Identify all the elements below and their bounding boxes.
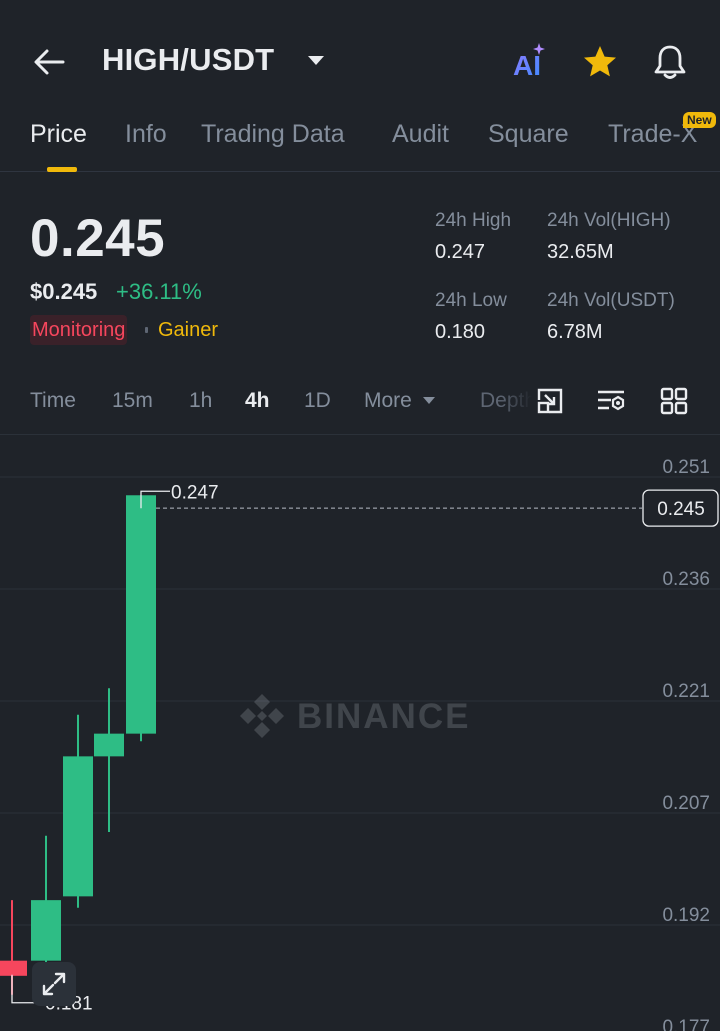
price-change-percent: +36.11% bbox=[116, 279, 202, 304]
interval-15m[interactable]: 15m bbox=[112, 389, 153, 413]
monitoring-tag[interactable]: Monitoring bbox=[30, 315, 128, 345]
y-axis-tick-label: 0.251 bbox=[662, 457, 710, 478]
tab-audit[interactable]: Audit bbox=[392, 120, 449, 149]
caret-down-icon bbox=[422, 397, 435, 405]
star-icon bbox=[584, 46, 616, 77]
pair-title[interactable]: HIGH/USDT bbox=[102, 42, 274, 78]
interval-time[interactable]: Time bbox=[30, 389, 76, 413]
fullscreen-button[interactable] bbox=[32, 962, 76, 1006]
usd-price: $0.245 bbox=[30, 279, 98, 304]
high-label: 24h High bbox=[435, 210, 512, 231]
active-tab-indicator bbox=[47, 167, 77, 172]
tab-square[interactable]: Square bbox=[488, 120, 569, 149]
low-label: 24h Low bbox=[435, 290, 507, 311]
alert-button[interactable] bbox=[648, 40, 692, 84]
arrow-left-icon bbox=[34, 49, 65, 75]
tab-info[interactable]: Info bbox=[125, 120, 167, 149]
favorite-button[interactable] bbox=[578, 40, 622, 84]
interval-more[interactable]: More bbox=[364, 389, 436, 413]
volume-base-label: 24h Vol(HIGH) bbox=[547, 210, 671, 231]
volume-quote-value: 6.78M bbox=[547, 321, 603, 343]
svg-text:AI: AI bbox=[513, 50, 541, 81]
candle-body bbox=[63, 756, 93, 897]
interval-1d[interactable]: 1D bbox=[304, 389, 331, 413]
ai-assistant-button[interactable]: AI bbox=[508, 40, 552, 84]
bell-icon bbox=[654, 45, 686, 79]
tab-price[interactable]: Price bbox=[30, 120, 87, 149]
new-badge: New bbox=[683, 112, 716, 128]
high-value: 0.247 bbox=[435, 241, 486, 263]
grid-icon bbox=[660, 387, 688, 415]
indicator-settings-button[interactable] bbox=[594, 384, 628, 418]
chart-canvas[interactable]: BINANCE 0.2470.1810.245 0.2510.2360.2210… bbox=[0, 435, 720, 1031]
pair-dropdown-caret[interactable] bbox=[306, 52, 326, 70]
volume-base-value: 32.65M bbox=[547, 241, 614, 263]
y-axis-tick-label: 0.192 bbox=[662, 905, 710, 926]
volume-quote-label: 24h Vol(USDT) bbox=[547, 290, 675, 311]
y-axis-tick-label: 0.207 bbox=[662, 793, 710, 814]
candle-body bbox=[31, 900, 61, 961]
high-marker-label: 0.247 bbox=[171, 482, 219, 503]
layout-grid-button[interactable] bbox=[657, 384, 691, 418]
y-axis-tick-label: 0.177 bbox=[662, 1017, 710, 1031]
settings-list-icon bbox=[598, 390, 625, 411]
candlestick-chart[interactable]: BINANCE 0.2470.1810.245 0.2510.2360.2210… bbox=[0, 434, 720, 1031]
gainer-tag[interactable]: Gainer bbox=[158, 315, 218, 345]
tab-trading-data[interactable]: Trading Data bbox=[201, 120, 345, 149]
y-axis-tick-label: 0.221 bbox=[662, 681, 710, 702]
interval-4h[interactable]: 4h bbox=[245, 389, 270, 413]
section-tabs: Price Info Trading Data Audit Square Tra… bbox=[0, 112, 720, 172]
ai-icon: AI bbox=[513, 43, 545, 81]
back-button[interactable] bbox=[28, 40, 72, 84]
expand-icon bbox=[42, 972, 66, 996]
top-bar: HIGH/USDT AI bbox=[0, 0, 720, 110]
low-value: 0.180 bbox=[435, 321, 486, 343]
tab-depth[interactable]: Depth bbox=[480, 389, 532, 413]
watermark-text: BINANCE bbox=[297, 697, 470, 736]
interval-more-label: More bbox=[364, 389, 412, 412]
caret-down-icon bbox=[308, 56, 324, 65]
y-axis-tick-label: 0.236 bbox=[662, 569, 710, 590]
candle-body bbox=[126, 495, 156, 734]
resize-box-icon bbox=[537, 388, 563, 414]
candle-body bbox=[94, 733, 124, 757]
last-price: 0.245 bbox=[30, 209, 166, 268]
last-price-tag-label: 0.245 bbox=[657, 499, 705, 520]
chart-settings-button[interactable] bbox=[533, 384, 567, 418]
interval-1h[interactable]: 1h bbox=[189, 389, 212, 413]
tag-separator bbox=[145, 327, 148, 333]
candle-body bbox=[0, 960, 27, 976]
